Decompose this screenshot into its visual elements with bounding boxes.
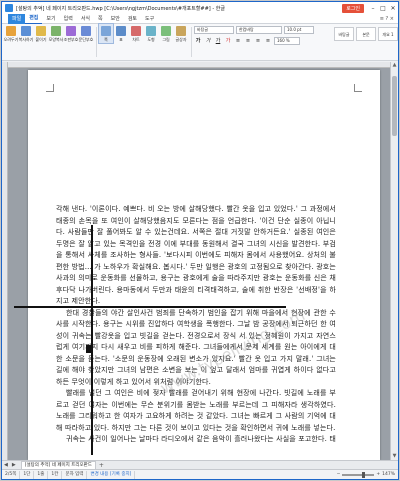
close-button[interactable]: ✕ [388, 5, 398, 12]
control-codes-button[interactable]: 조판부호 [64, 24, 78, 43]
shape-button[interactable]: 도형 [144, 24, 158, 43]
title-bar: [설탕의 추억] 네 페이지 트리오판드.hwp [C:\Users\ngjtz… [2, 2, 398, 14]
login-button[interactable]: 로그인 [342, 3, 364, 13]
underline-button[interactable]: 가 [214, 37, 222, 45]
bold-button[interactable]: 가 [194, 37, 202, 45]
status-column: 1칸 [48, 470, 63, 479]
style-normal[interactable]: 바탕글 [334, 27, 354, 41]
scroll-up-icon[interactable]: ▲ [391, 62, 398, 69]
shape-icon [146, 26, 156, 36]
ribbon-toolbar: 오려두기 복사하기 붙이기 모양복사 조판부호 문단부호 쪽 표 차트 도형 그… [2, 23, 398, 61]
style-combo[interactable]: 바탕글 [194, 26, 234, 34]
tab-page[interactable]: 쪽 [94, 14, 107, 24]
text-cursor-marker [86, 345, 91, 353]
maximize-button[interactable]: □ [378, 5, 388, 12]
tab-edit[interactable]: 편집 [25, 13, 43, 24]
justify-button[interactable]: ≡ [264, 37, 272, 45]
picture-button[interactable]: 그림 [159, 24, 173, 43]
new-tab-button[interactable]: + [99, 462, 104, 469]
tab-file[interactable]: 파일 [8, 13, 26, 24]
zoom-slider-knob[interactable] [362, 471, 366, 478]
textbox-icon [176, 26, 186, 36]
app-window: [설탕의 추억] 네 페이지 트리오판드.hwp [C:\Users\ngjtz… [1, 1, 399, 480]
tab-review[interactable]: 검토 [124, 14, 141, 24]
status-page: 2/5쪽 [2, 470, 21, 479]
tab-tools[interactable]: 도구 [141, 14, 158, 24]
chart-button[interactable]: 차트 [129, 24, 143, 43]
horizontal-ruler [8, 62, 390, 68]
zoom-slider[interactable] [342, 471, 375, 478]
copy-button[interactable]: 복사하기 [19, 24, 33, 43]
paste-button[interactable]: 붙이기 [34, 24, 48, 43]
align-right-button[interactable]: ≡ [254, 37, 262, 45]
align-center-button[interactable]: ≡ [244, 37, 252, 45]
paragraph: 귀속는 사건이 일어나는 날마다 라디오에서 같은 음악이 흘러나왔다는 사실을… [66, 435, 336, 443]
scroll-down-icon[interactable]: ▼ [391, 453, 398, 460]
document-area: 각해 낸다. '이론이다. 예쁘다. 비 오는 방에 살해당했다. 빨간 옷을 … [2, 62, 398, 460]
page-button[interactable]: 쪽 [98, 23, 114, 44]
zoom-level: 147% [382, 472, 395, 477]
format-panel: 바탕글 한컴바탕 10.0 pt 가 가 가 가 ≡ ≡ ≡ ≡ 160 % [194, 24, 334, 58]
paragraph-marks-button[interactable]: 문단부호 [79, 24, 93, 43]
textbox-button[interactable]: 글상자 [174, 24, 188, 43]
style-outline-1[interactable]: 개요 1 [378, 27, 398, 41]
tab-security[interactable]: 보안 [107, 14, 124, 24]
size-combo[interactable]: 10.0 pt [284, 26, 314, 34]
italic-button[interactable]: 가 [204, 37, 212, 45]
zoom-out-icon[interactable]: − [337, 472, 341, 477]
page-icon [101, 26, 111, 36]
app-icon [5, 4, 13, 12]
table-icon [116, 26, 126, 36]
minimize-button[interactable]: – [368, 5, 378, 12]
format-row-bottom: 가 가 가 가 ≡ ≡ ≡ ≡ 160 % [194, 37, 334, 45]
document-tabs: ◀ ▶ [설탕의 추억] 네 페이지 트리오판드 + [2, 460, 398, 469]
chart-icon [131, 26, 141, 36]
tab-insert[interactable]: 입력 [60, 14, 77, 24]
paragraph: 각해 낸다. '이론이다. 예쁘다. 비 오는 방에 살해당했다. 빨간 옷을 … [56, 205, 336, 305]
scissors-icon [6, 26, 16, 36]
align-left-button[interactable]: ≡ [234, 37, 242, 45]
vertical-scrollbar[interactable]: ▲ ▼ [390, 62, 398, 460]
status-bar: 2/5쪽 1단 1줄 1칸 문자 입력 변경 내용 [기록 중지] − + 14… [2, 469, 398, 479]
horizontal-annotation-line [14, 306, 286, 308]
picture-icon [161, 26, 171, 36]
margin-corner-top-left [46, 84, 54, 92]
style-gallery: 바탕글 본문 개요 1 [334, 24, 398, 41]
line-spacing-combo[interactable]: 160 % [274, 37, 300, 45]
status-input-mode: 문자 입력 [62, 470, 88, 479]
zoom-control[interactable]: − + 147% [337, 471, 398, 478]
format-row-top: 바탕글 한컴바탕 10.0 pt [194, 26, 334, 34]
margin-corner-top-right [354, 84, 362, 92]
tab-prev-icon[interactable]: ◀ [2, 462, 10, 468]
track-changes-status[interactable]: 변경 내용 [기록 중지] [87, 470, 136, 479]
tab-view[interactable]: 보기 [42, 14, 59, 24]
vertical-ruler [2, 62, 8, 460]
pilcrow-icon [81, 26, 91, 36]
vertical-annotation-line [91, 225, 93, 455]
document-tab[interactable]: [설탕의 추억] 네 페이지 트리오판드 [20, 461, 96, 469]
tab-format[interactable]: 서식 [77, 14, 94, 24]
window-title: [설탕의 추억] 네 페이지 트리오판드.hwp [C:\Users\ngjtz… [16, 5, 225, 12]
menu-right-controls[interactable]: ≡ ? × [380, 16, 398, 22]
brush-icon [51, 26, 61, 36]
scrollbar-thumb[interactable] [392, 76, 397, 136]
paragraph: 빨래를 널던 그 여인은 비에 젖자 빨래를 걷어내기 위해 현장에 나간다. … [56, 389, 336, 432]
tab-next-icon[interactable]: ▶ [10, 462, 18, 468]
table-button[interactable]: 표 [114, 24, 128, 43]
clipboard-icon [36, 26, 46, 36]
font-combo[interactable]: 한컴바탕 [236, 26, 282, 34]
zoom-in-icon[interactable]: + [376, 472, 380, 477]
ribbon-separator [191, 27, 192, 57]
style-body[interactable]: 본문 [356, 27, 376, 41]
copy-icon [21, 26, 31, 36]
codes-icon [66, 26, 76, 36]
status-section: 1단 [20, 470, 35, 479]
cut-button[interactable]: 오려두기 [4, 24, 18, 43]
format-painter-button[interactable]: 모양복사 [49, 24, 63, 43]
font-color-button[interactable]: 가 [224, 37, 232, 45]
menu-bar: 파일 편집 보기 입력 서식 쪽 보안 검토 도구 ≡ ? × [2, 13, 398, 24]
status-line: 1줄 [34, 470, 49, 479]
ribbon-separator [96, 27, 97, 57]
